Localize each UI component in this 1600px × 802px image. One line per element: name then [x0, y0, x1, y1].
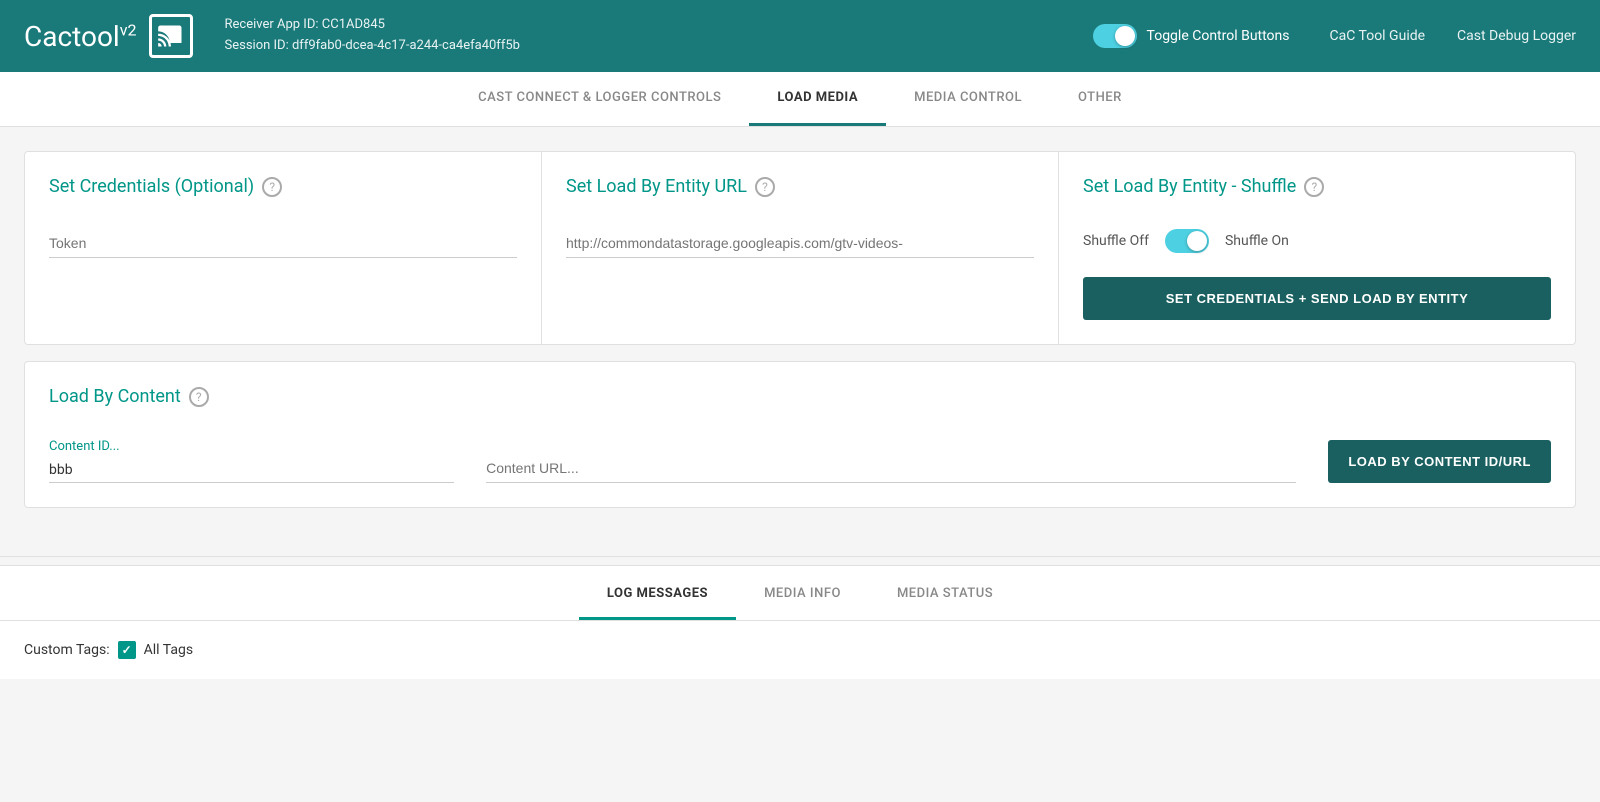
entity-url-panel: Set Load By Entity URL ?	[542, 152, 1059, 344]
entity-url-help-icon[interactable]: ?	[755, 177, 775, 197]
main-content: Set Credentials (Optional) ? Set Load By…	[0, 127, 1600, 556]
shuffle-on-label: Shuffle On	[1225, 233, 1289, 249]
session-id: dff9fab0-dcea-4c17-a244-ca4efa40ff5b	[292, 38, 520, 53]
entity-url-title-text: Set Load By Entity URL	[566, 176, 747, 197]
top-panels: Set Credentials (Optional) ? Set Load By…	[24, 151, 1576, 345]
shuffle-toggle[interactable]	[1165, 229, 1209, 253]
entity-shuffle-panel: Set Load By Entity - Shuffle ? Shuffle O…	[1059, 152, 1575, 344]
custom-tags-label: Custom Tags:	[24, 642, 110, 658]
credentials-title: Set Credentials (Optional) ?	[49, 176, 517, 197]
entity-shuffle-title-text: Set Load By Entity - Shuffle	[1083, 176, 1296, 197]
content-url-input[interactable]	[486, 454, 1296, 483]
session-line: Session ID: dff9fab0-dcea-4c17-a244-ca4e…	[225, 36, 1093, 57]
load-by-content-title: Load By Content ?	[49, 386, 1551, 407]
load-by-content-button[interactable]: LOAD BY CONTENT ID/URL	[1328, 440, 1551, 483]
all-tags-checkbox[interactable]	[118, 641, 136, 659]
tab-other[interactable]: OTHER	[1050, 72, 1150, 126]
entity-shuffle-title: Set Load By Entity - Shuffle ?	[1083, 176, 1551, 197]
receiver-app-line: Receiver App ID: CC1AD845	[225, 15, 1093, 36]
tab-load-media[interactable]: LOAD MEDIA	[749, 72, 886, 126]
logo-text: Cactoolv2	[24, 20, 137, 53]
bottom-section: LOG MESSAGES MEDIA INFO MEDIA STATUS Cus…	[0, 565, 1600, 679]
logo-version: v2	[120, 20, 137, 39]
top-tabs-bar: CAST CONNECT & LOGGER CONTROLS LOAD MEDI…	[0, 72, 1600, 127]
cac-tool-guide-link[interactable]: CaC Tool Guide	[1330, 28, 1426, 44]
logo-area: Cactoolv2	[24, 14, 193, 58]
load-content-inputs: Content ID... bbb LOAD BY CONTENT ID/URL	[49, 439, 1551, 483]
header-nav: CaC Tool Guide Cast Debug Logger	[1330, 28, 1577, 44]
load-by-content-title-text: Load By Content	[49, 386, 181, 407]
load-by-content-help-icon[interactable]: ?	[189, 387, 209, 407]
header-info: Receiver App ID: CC1AD845 Session ID: df…	[225, 15, 1093, 57]
entity-url-input[interactable]	[566, 229, 1034, 258]
credentials-panel: Set Credentials (Optional) ?	[25, 152, 542, 344]
tab-cast-connect[interactable]: CAST CONNECT & LOGGER CONTROLS	[450, 72, 749, 126]
session-label: Session ID:	[225, 38, 289, 53]
tab-log-messages[interactable]: LOG MESSAGES	[579, 570, 736, 620]
credentials-help-icon[interactable]: ?	[262, 177, 282, 197]
shuffle-off-label: Shuffle Off	[1083, 233, 1149, 249]
token-input[interactable]	[49, 229, 517, 258]
tab-media-status[interactable]: MEDIA STATUS	[869, 570, 1021, 620]
app-header: Cactoolv2 Receiver App ID: CC1AD845 Sess…	[0, 0, 1600, 72]
cast-icon	[149, 14, 193, 58]
cast-svg-icon	[157, 22, 185, 50]
content-id-label: Content ID...	[49, 439, 454, 454]
cast-debug-logger-link[interactable]: Cast Debug Logger	[1457, 28, 1576, 44]
content-id-group: Content ID... bbb	[49, 439, 454, 483]
toggle-control-buttons-switch[interactable]	[1093, 24, 1137, 48]
content-url-group	[486, 454, 1296, 483]
log-content: Custom Tags: All Tags	[0, 621, 1600, 679]
entity-shuffle-help-icon[interactable]: ?	[1304, 177, 1324, 197]
content-id-value: bbb	[49, 458, 454, 483]
toggle-control-label: Toggle Control Buttons	[1147, 28, 1290, 44]
separator	[0, 556, 1600, 557]
shuffle-row: Shuffle Off Shuffle On	[1083, 229, 1551, 253]
set-credentials-send-load-button[interactable]: SET CREDENTIALS + SEND LOAD BY ENTITY	[1083, 277, 1551, 320]
toggle-control-area: Toggle Control Buttons	[1093, 24, 1290, 48]
tab-media-control[interactable]: MEDIA CONTROL	[886, 72, 1050, 126]
receiver-app-id: CC1AD845	[322, 17, 385, 32]
custom-tags-row: Custom Tags: All Tags	[24, 641, 1576, 659]
entity-url-title: Set Load By Entity URL ?	[566, 176, 1034, 197]
credentials-title-text: Set Credentials (Optional)	[49, 176, 254, 197]
all-tags-label: All Tags	[144, 642, 193, 658]
receiver-app-label: Receiver App ID:	[225, 17, 319, 32]
tab-media-info[interactable]: MEDIA INFO	[736, 570, 869, 620]
bottom-tabs-bar: LOG MESSAGES MEDIA INFO MEDIA STATUS	[0, 566, 1600, 621]
load-by-content-panel: Load By Content ? Content ID... bbb LOAD…	[24, 361, 1576, 508]
logo-name: Cactool	[24, 20, 120, 53]
